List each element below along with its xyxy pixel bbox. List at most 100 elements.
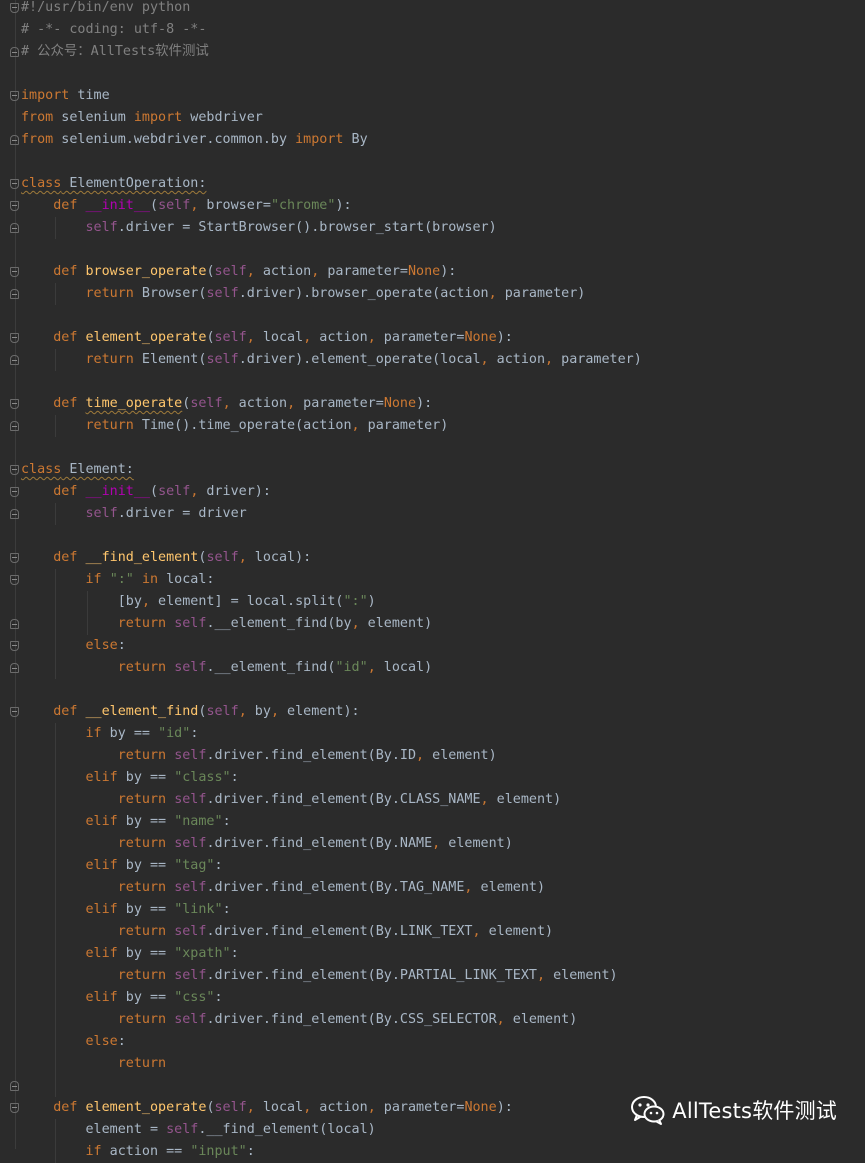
code-token: if [85,726,102,741]
code-token: ): [440,264,457,279]
code-line[interactable]: [by, element] = local.split(":") [21,591,376,613]
code-token: from [21,132,54,147]
fold-open-icon[interactable] [10,179,19,189]
code-token: "link" [174,902,223,917]
code-editor[interactable]: #!/usr/bin/env python # -*- coding: utf-8… [0,0,865,1163]
code-token: driver): [198,484,271,499]
fold-open-icon[interactable] [10,1103,19,1113]
fold-open-icon[interactable] [10,399,19,409]
code-token: ( [206,264,215,279]
code-line[interactable]: # -*- coding: utf-8 -*- [21,19,206,41]
code-token: in [141,572,159,587]
fold-open-icon[interactable] [10,575,19,585]
code-line[interactable]: elif by == "link": [21,899,231,921]
code-line[interactable]: return [21,1053,166,1075]
code-line[interactable]: return self.driver.find_element(By.NAME,… [21,833,513,855]
code-line[interactable]: return self.driver.find_element(By.CSS_S… [21,1009,578,1031]
code-line[interactable]: return self.__element_find("id", local) [21,657,432,679]
code-line[interactable]: elif by == "class": [21,767,239,789]
code-line[interactable]: def time_operate(self, action, parameter… [21,393,432,415]
code-line[interactable]: return self.driver.find_element(By.TAG_N… [21,877,545,899]
fold-open-icon[interactable] [10,487,19,497]
code-line[interactable]: self.driver = StartBrowser().browser_sta… [21,217,497,239]
code-line[interactable]: def __init__(self, browser="chrome"): [21,195,352,217]
code-token: .driver = driver [117,506,247,521]
code-line[interactable]: # 公众号：AllTests软件测试 [21,41,209,63]
fold-open-icon[interactable] [10,201,19,211]
fold-close-icon[interactable] [10,135,19,145]
fold-close-icon[interactable] [10,1081,19,1091]
code-line[interactable]: return self.driver.find_element(By.LINK_… [21,921,553,943]
code-line[interactable]: return self.driver.find_element(By.PARTI… [21,965,618,987]
fold-open-icon[interactable] [10,553,19,563]
code-line[interactable]: def __init__(self, driver): [21,481,271,503]
fold-open-icon[interactable] [10,3,19,13]
fold-open-icon[interactable] [10,707,19,717]
code-line[interactable]: return Element(self.driver).element_oper… [21,349,642,371]
fold-close-icon[interactable] [10,663,19,673]
code-token: Element( [133,352,207,367]
code-line[interactable]: import time [21,85,110,107]
code-line[interactable]: def element_operate(self, local, action,… [21,327,513,349]
code-token: def [53,484,78,499]
code-token: self [158,484,191,499]
indent-guide [86,591,88,635]
code-line[interactable]: if ":" in local: [21,569,215,591]
fold-close-icon[interactable] [10,47,19,57]
code-token: None [408,264,441,279]
fold-open-icon[interactable] [10,267,19,277]
fold-open-icon[interactable] [10,465,19,475]
fold-close-icon[interactable] [10,421,19,431]
code-line[interactable]: return Time().time_operate(action, param… [21,415,449,437]
code-token: by == [117,902,175,917]
code-line[interactable]: class Element: [21,459,134,481]
fold-close-icon[interactable] [10,619,19,629]
code-line[interactable]: return Browser(self.driver).browser_oper… [21,283,586,305]
code-line[interactable]: element = self.__find_element(local) [21,1119,375,1141]
code-line[interactable]: elif by == "name": [21,811,231,833]
code-token: ): [335,198,352,213]
code-line[interactable]: from selenium.webdriver.common.by import… [21,129,368,151]
code-line[interactable]: elif by == "tag": [21,855,223,877]
fold-close-icon[interactable] [10,509,19,519]
fold-open-icon[interactable] [10,91,19,101]
code-line[interactable]: from selenium import webdriver [21,107,263,129]
fold-close-icon[interactable] [10,355,19,365]
code-line[interactable]: class ElementOperation: [21,173,206,195]
code-line[interactable]: elif by == "css": [21,987,223,1009]
code-line[interactable]: return self.__element_find(by, element) [21,613,432,635]
code-token: from [21,110,54,125]
code-line[interactable]: if by == "id": [21,723,199,745]
code-line[interactable]: elif by == "xpath": [21,943,239,965]
code-token: , [246,330,255,345]
fold-close-icon[interactable] [10,223,19,233]
code-line[interactable]: #!/usr/bin/env python [21,0,190,19]
code-token: action [230,396,288,411]
code-token: def [53,264,78,279]
code-line[interactable]: def browser_operate(self, action, parame… [21,261,456,283]
fold-close-icon[interactable] [10,289,19,299]
code-token: else [85,1034,118,1049]
fold-open-icon[interactable] [10,641,19,651]
code-line[interactable]: def __find_element(self, local): [21,547,311,569]
code-line[interactable]: else: [21,1031,126,1053]
code-line[interactable]: def element_operate(self, local, action,… [21,1097,513,1119]
code-token: by == [117,946,175,961]
fold-open-icon[interactable] [10,333,19,343]
code-line[interactable]: def __element_find(self, by, element): [21,701,359,723]
code-line[interactable]: else: [21,635,126,657]
code-line[interactable]: return self.driver.find_element(By.CLASS… [21,789,561,811]
code-line[interactable]: return self.driver.find_element(By.ID, e… [21,745,497,767]
code-token: : [117,638,126,653]
code-token: "xpath" [174,946,231,961]
code-token: self [190,396,223,411]
code-token: return [117,880,167,895]
